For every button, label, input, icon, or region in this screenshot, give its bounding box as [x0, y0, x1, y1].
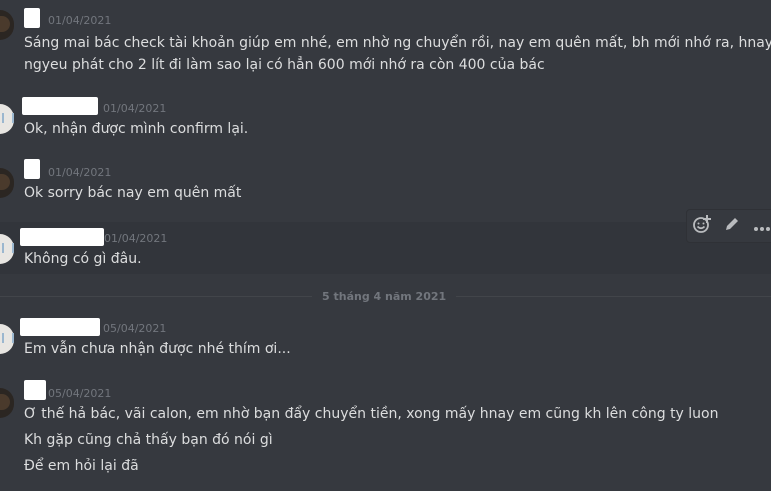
avatar[interactable] [0, 324, 14, 354]
message-text: Em vẫn chưa nhận được nhé thím ơi... [24, 341, 291, 357]
username-redacted[interactable] [20, 228, 104, 246]
timestamp: 01/04/2021 [48, 166, 112, 179]
message-text: ngyeu phát cho 2 lít đi làm sao lại có h… [24, 57, 545, 73]
message-group: 01/04/2021 Sáng mai bác check tài khoản … [0, 0, 771, 84]
username-redacted[interactable] [22, 97, 98, 115]
username-redacted[interactable] [24, 159, 40, 179]
message-group: 05/04/2021 Ơ thế hả bác, vãi calon, em n… [0, 376, 771, 486]
message-group: 01/04/2021 Không có gì đâu. [0, 222, 771, 274]
message-text: Kh gặp cũng chả thấy bạn đó nói gì [24, 432, 273, 448]
more-button[interactable] [747, 210, 771, 242]
username-redacted[interactable] [20, 318, 100, 336]
avatar[interactable] [0, 104, 14, 134]
message-text: Ơ thế hả bác, vãi calon, em nhờ bạn đẩy … [24, 406, 719, 422]
avatar[interactable] [0, 234, 14, 264]
timestamp: 01/04/2021 [104, 232, 168, 245]
message-toolbar [686, 209, 771, 243]
message-group: 05/04/2021 Em vẫn chưa nhận được nhé thí… [0, 312, 771, 364]
timestamp: 01/04/2021 [48, 14, 112, 27]
message-text: Ok, nhận được mình confirm lại. [24, 121, 249, 137]
message-group: 01/04/2021 Ok, nhận được mình confirm lạ… [0, 92, 771, 142]
timestamp: 05/04/2021 [103, 322, 167, 335]
avatar[interactable] [0, 168, 14, 198]
avatar[interactable] [0, 388, 14, 418]
username-redacted[interactable] [24, 380, 46, 400]
edit-button[interactable] [717, 210, 747, 242]
message-text: Ok sorry bác nay em quên mất [24, 185, 242, 201]
edit-icon [723, 215, 741, 237]
add-reaction-button[interactable] [687, 210, 717, 242]
timestamp: 05/04/2021 [48, 387, 112, 400]
date-divider-label: 5 tháng 4 năm 2021 [312, 290, 457, 303]
message-text: Sáng mai bác check tài khoản giúp em nhé… [24, 35, 771, 51]
more-icon [753, 217, 771, 236]
message-text: Để em hỏi lại đã [24, 458, 139, 474]
timestamp: 01/04/2021 [103, 102, 167, 115]
avatar[interactable] [0, 10, 14, 40]
username-redacted[interactable] [24, 8, 40, 28]
message-text: Không có gì đâu. [24, 251, 142, 267]
message-group: 01/04/2021 Ok sorry bác nay em quên mất [0, 156, 771, 206]
add-reaction-icon [692, 214, 712, 238]
